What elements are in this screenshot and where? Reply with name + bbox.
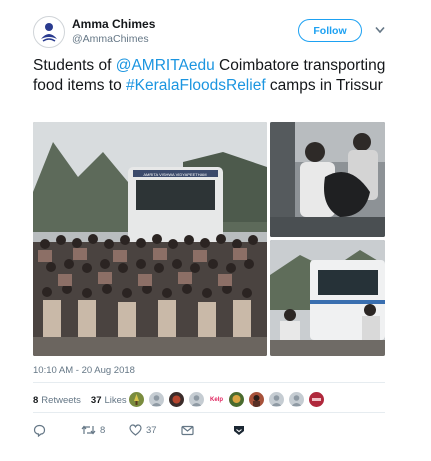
default-user-icon (291, 395, 302, 406)
envelope-icon[interactable] (181, 425, 194, 436)
tweet-text-part: Students of (33, 57, 116, 74)
tweet-actions: 8 37 (33, 420, 245, 440)
tweet-text: Students of @AMRITAedu Coimbatore transp… (33, 56, 393, 96)
retweet-icon[interactable] (81, 424, 96, 436)
liker-avatar[interactable] (268, 391, 285, 408)
retweets-stat[interactable]: 8 Retweets (33, 395, 81, 406)
liker-avatars: Kelp (128, 391, 328, 409)
reply-icon[interactable] (33, 424, 46, 437)
default-user-icon (191, 395, 202, 406)
liker-picture-icon (232, 395, 241, 403)
liker-picture-icon (134, 394, 139, 405)
likes-label: Likes (104, 394, 127, 406)
bus-sign-text: AMRITA VISHWA VIDYAPEETHAM (143, 172, 206, 177)
hashtag-link[interactable]: #KeralaFloodsRelief (126, 77, 266, 94)
loading-photo-image (270, 122, 385, 237)
liker-picture-icon (312, 398, 321, 401)
author-handle[interactable]: @AmmaChimes (72, 33, 149, 45)
liker-avatar[interactable] (248, 391, 265, 408)
retweets-label: Retweets (41, 394, 81, 406)
engagement-stats: 8 Retweets 37 Likes (33, 390, 137, 410)
liker-avatar[interactable]: Kelp (208, 391, 225, 408)
liker-avatar[interactable] (128, 391, 145, 408)
liker-avatar[interactable] (228, 391, 245, 408)
amma-logo-icon (35, 18, 63, 46)
likes-count: 37 (90, 394, 102, 406)
photo-group-students[interactable]: AMRITA VISHWA VIDYAPEETHAM (33, 122, 267, 356)
retweet-count: 8 (100, 424, 106, 436)
bookmark-action[interactable] (233, 425, 245, 436)
retweets-count: 8 (33, 394, 39, 406)
dm-action[interactable] (181, 425, 233, 436)
tweet-text-part: camps in Trissur (265, 77, 383, 94)
retweet-action[interactable]: 8 (81, 424, 129, 436)
author-name[interactable]: Amma Chimes (72, 17, 155, 31)
likes-stat[interactable]: 37 Likes (91, 395, 127, 406)
tweet-card: Amma Chimes @AmmaChimes Follow Students … (0, 0, 431, 461)
photo-bus-loading[interactable] (270, 240, 385, 356)
liker-avatar[interactable] (288, 391, 305, 408)
tweet-timestamp[interactable]: 10:10 AM - 20 Aug 2018 (33, 365, 135, 376)
divider (33, 382, 385, 383)
photo-loading-bags[interactable] (270, 122, 385, 237)
liker-avatar[interactable] (308, 391, 325, 408)
group-photo-image: AMRITA VISHWA VIDYAPEETHAM (33, 122, 267, 356)
liker-avatar[interactable] (168, 391, 185, 408)
like-count: 37 (146, 424, 157, 436)
default-user-icon (151, 395, 162, 406)
default-user-icon (271, 395, 282, 406)
liker-avatar[interactable] (188, 391, 205, 408)
bus-photo-image (270, 240, 385, 356)
liker-avatar[interactable] (148, 391, 165, 408)
chevron-down-icon[interactable] (375, 26, 385, 34)
liker-badge-text: Kelp (209, 396, 223, 403)
bookmark-icon[interactable] (233, 425, 245, 436)
author-avatar[interactable] (33, 16, 65, 48)
reply-action[interactable] (33, 424, 81, 437)
divider (33, 412, 385, 413)
like-action[interactable]: 37 (129, 424, 181, 436)
liker-picture-icon (253, 395, 260, 407)
liker-picture-icon (172, 395, 181, 404)
heart-icon[interactable] (129, 424, 142, 436)
follow-button[interactable]: Follow (298, 19, 362, 42)
mention-link[interactable]: @AMRITAedu (116, 57, 215, 74)
